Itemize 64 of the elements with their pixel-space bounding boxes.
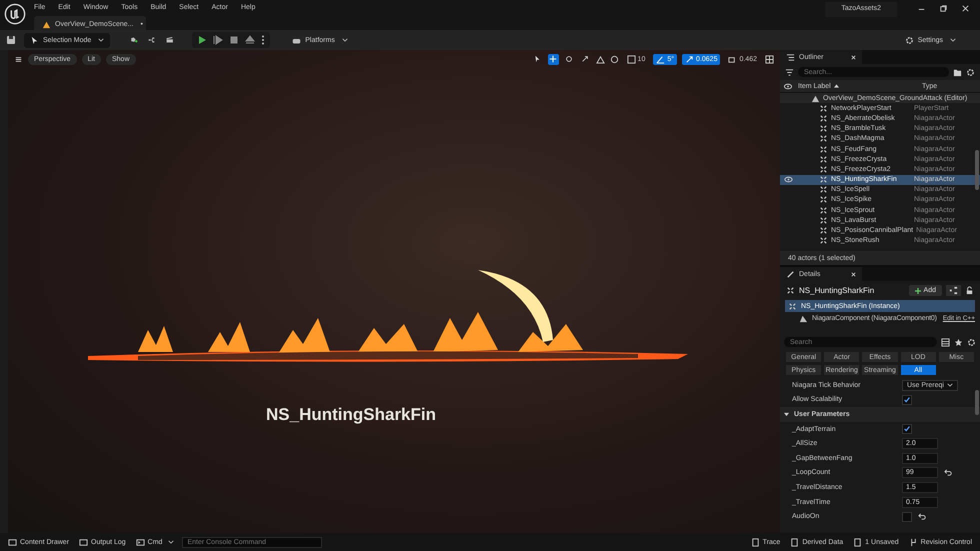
actor-icon [819,236,828,246]
actor-icon [819,154,828,164]
scale-arrow-icon [685,54,694,64]
save-icon[interactable] [6,35,16,45]
move-tool-icon[interactable] [548,54,559,64]
actor-icon [819,144,828,154]
chevron-down-icon [98,38,104,42]
cursor-icon [30,36,39,44]
checkbox[interactable] [902,394,912,405]
actor-icon [819,124,828,134]
eye-icon[interactable] [784,175,792,184]
actor-icon [819,104,828,113]
eject-icon[interactable] [245,35,256,45]
settings-icon[interactable] [966,68,975,76]
table-icon[interactable] [941,338,950,346]
settings-icon [904,36,914,44]
restore-icon[interactable] [939,4,948,13]
star-icon[interactable] [954,338,963,346]
expand-arrow-icon[interactable] [784,412,789,417]
checkbox[interactable] [902,424,912,434]
sort-arrow-icon [834,84,839,88]
pencil-icon [786,270,795,278]
actor-icon [819,114,828,123]
checkbox[interactable] [902,512,912,522]
actor-icon [819,216,828,225]
engine-logo-icon[interactable] [4,3,26,25]
stop-icon[interactable] [229,35,240,45]
grid-icon [626,54,636,64]
actor-icon [819,164,828,174]
chevron-down-icon [950,38,956,42]
menu-icon[interactable] [14,54,23,64]
layout-icon[interactable] [765,54,774,64]
step-icon[interactable] [213,35,224,45]
scale-tool-icon[interactable] [580,54,591,64]
more-icon[interactable] [261,35,266,45]
scene-text-label: NS_HuntingSharkFin [266,405,436,425]
list-icon [786,52,795,62]
actor-icon [819,175,828,184]
lock-icon[interactable] [965,286,974,295]
actor-icon [819,195,828,204]
chevron-down-icon [168,540,174,544]
filter-icon[interactable] [785,68,794,76]
close-icon[interactable] [961,4,970,13]
reset-icon[interactable] [944,468,953,478]
actor-icon [819,134,828,144]
terminal-icon [136,538,145,546]
actor-name: NS_HuntingSharkFin [799,286,876,295]
branch-icon [908,538,918,546]
actor-icon [788,302,797,310]
reset-icon[interactable] [918,512,927,522]
actor-icon [819,206,828,215]
settings-icon[interactable] [967,338,976,346]
close-tab-icon[interactable] [851,54,856,60]
add-actor-icon[interactable] [130,35,140,45]
close-tab-icon[interactable] [851,272,856,276]
folder-icon[interactable] [953,68,962,76]
actor-icon [819,226,828,236]
chevron-down-icon [342,38,348,42]
plus-icon [914,288,921,294]
chevron-down-icon [946,383,953,388]
actor-icon [786,286,795,295]
angle-icon [656,54,666,64]
actor-icon [819,185,828,194]
play-icon[interactable] [197,35,208,45]
